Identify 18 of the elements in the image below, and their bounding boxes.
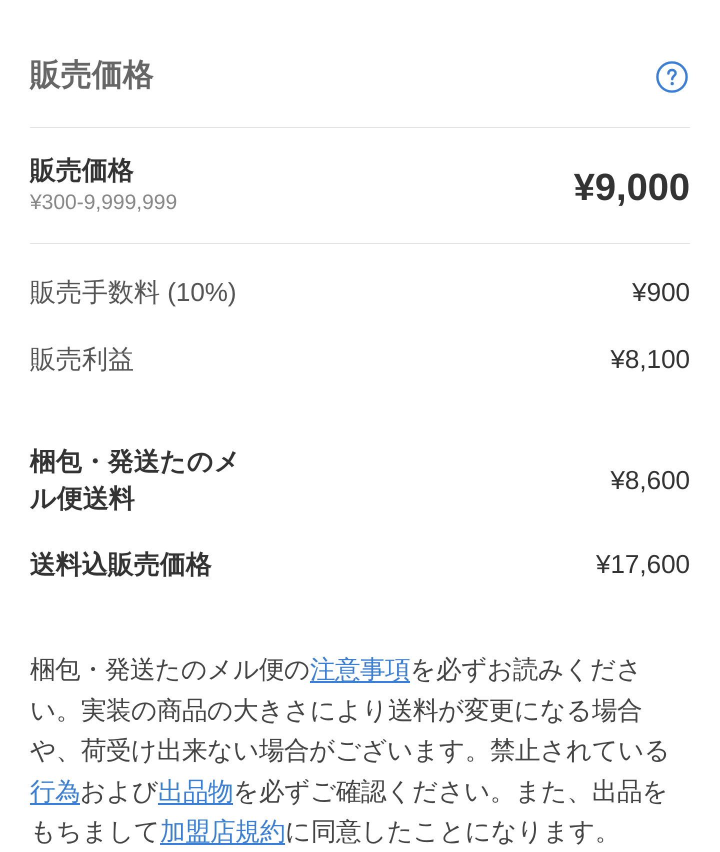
shipping-label: 送料込販売価格 — [30, 548, 212, 581]
section-title: 販売価格 — [30, 56, 154, 94]
link[interactable]: 加盟店規約 — [160, 818, 285, 846]
fee-value: ¥8,100 — [610, 343, 690, 376]
fee-label: 販売手数料 (10%) — [30, 276, 237, 309]
fee-label: 販売利益 — [30, 343, 134, 376]
price-value: ¥9,000 — [574, 166, 690, 211]
help-icon[interactable] — [656, 61, 688, 93]
notice-text: 梱包・発送たのメル便の注意事項を必ずお読みください。実装の商品の大きさにより送料が変更になる場合や、荷受け出来ない場合がございます。禁止されている 行為および出品物を必ずご確認ください。また、出品をもちまして加盟店規約に同意したことになります。 — [30, 655, 671, 848]
link[interactable]: 行為 — [30, 778, 80, 806]
fee-value: ¥900 — [632, 276, 690, 309]
link[interactable]: 注意事項 — [310, 656, 410, 684]
shipping-value: ¥17,600 — [596, 548, 690, 581]
shipping-value: ¥8,600 — [610, 464, 690, 496]
price-range: ¥300-9,999,999 — [30, 190, 178, 216]
shipping-label: 梱包・発送たのメル便送料 — [30, 445, 242, 515]
price-label: 販売価格 — [30, 154, 135, 187]
link[interactable]: 出品物 — [158, 778, 233, 806]
